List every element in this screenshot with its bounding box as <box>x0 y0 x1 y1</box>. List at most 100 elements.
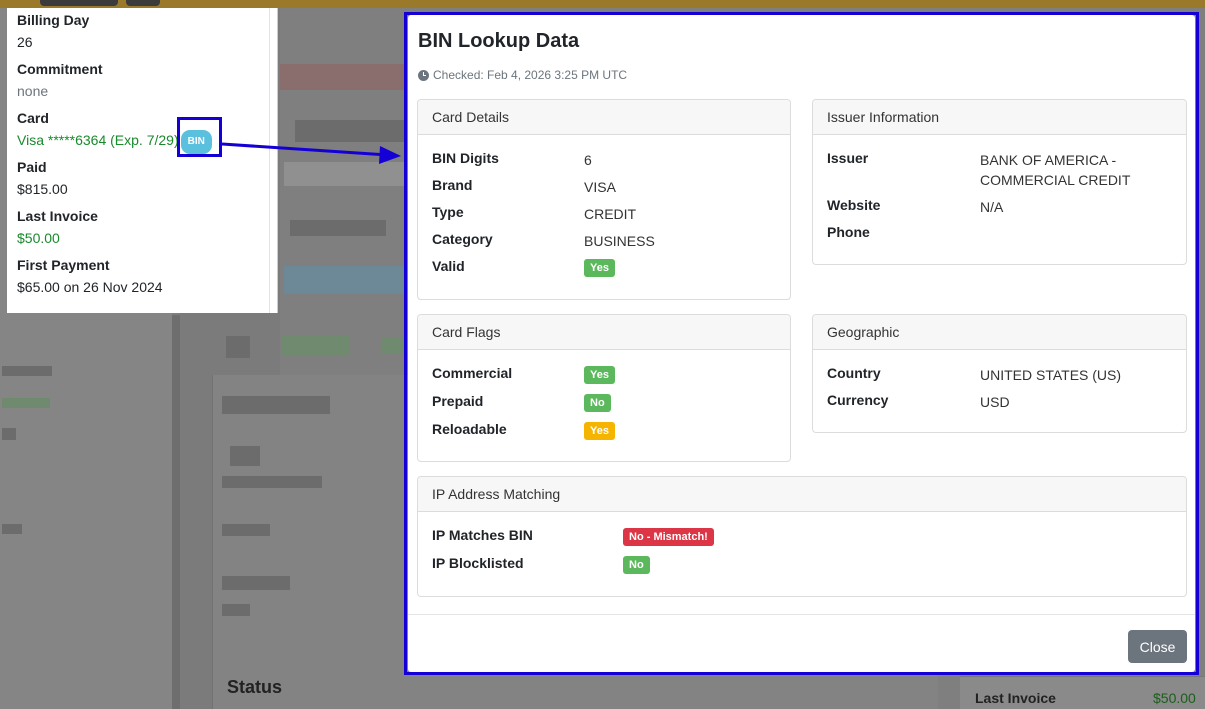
detail-key: Type <box>432 204 464 220</box>
card-details-section: Card Details BIN Digits 6 Brand VISA Type C… <box>417 99 791 300</box>
bin-lookup-modal: BIN Lookup Data Checked: Feb 4, 2026 3:2… <box>408 15 1195 672</box>
detail-key: Currency <box>827 392 889 408</box>
background-band <box>280 64 404 90</box>
detail-row: Currency USD <box>827 392 1172 419</box>
billing-day-label: Billing Day <box>17 12 90 28</box>
top-tab <box>40 0 118 6</box>
top-tab <box>126 0 160 6</box>
card-details-header: Card Details <box>418 100 790 135</box>
reloadable-badge: Yes <box>584 422 615 440</box>
card-label: Card <box>17 110 49 126</box>
background-blurred-text <box>230 446 260 466</box>
last-invoice-value: $50.00 <box>17 230 60 246</box>
geographic-section: Geographic Country UNITED STATES (US) Cur… <box>812 314 1187 433</box>
card-flags-header: Card Flags <box>418 315 790 350</box>
detail-value: CREDIT <box>584 206 637 222</box>
detail-row: BIN Digits 6 <box>432 150 776 177</box>
background-last-invoice-value: $50.00 <box>1153 690 1196 706</box>
background-blurred-text <box>222 576 290 590</box>
detail-key: Website <box>827 197 881 213</box>
issuer-information-header: Issuer Information <box>813 100 1186 135</box>
commitment-label: Commitment <box>17 61 103 77</box>
card-flags-section: Card Flags Commercial Yes Prepaid No Reloa… <box>417 314 791 462</box>
detail-value: BANK OF AMERICA - COMMERCIAL CREDIT <box>980 152 1131 188</box>
detail-key: Valid <box>432 258 465 274</box>
card-value-row: Visa *****6364 (Exp. 7/29) BIN <box>17 130 267 159</box>
status-heading: Status <box>227 677 283 697</box>
close-button[interactable]: Close <box>1128 630 1187 663</box>
detail-value: USD <box>980 394 1010 410</box>
detail-row: Category BUSINESS <box>432 231 776 258</box>
top-bar <box>0 0 1205 8</box>
detail-row: Valid Yes <box>432 258 776 285</box>
background-blurred-text <box>284 162 404 186</box>
card-value: Visa *****6364 (Exp. 7/29) <box>17 132 179 148</box>
issuer-information-section: Issuer Information Issuer BANK OF AMERICA… <box>812 99 1187 265</box>
detail-row: Website N/A <box>827 197 1172 224</box>
detail-value: VISA <box>584 179 616 195</box>
billing-day-value: 26 <box>17 34 33 50</box>
first-payment-value: $65.00 on 26 Nov 2024 <box>17 279 163 295</box>
first-payment-label: First Payment <box>17 257 110 273</box>
detail-key: IP Blocklisted <box>432 555 524 571</box>
ip-match-badge: No - Mismatch! <box>623 528 714 546</box>
detail-value: BUSINESS <box>584 233 655 249</box>
detail-value: N/A <box>980 199 1004 215</box>
background-blurred-text <box>222 396 330 414</box>
background-blurred-text <box>382 338 404 354</box>
detail-row: Reloadable Yes <box>432 421 776 449</box>
detail-value: 6 <box>584 152 592 168</box>
detail-key: Brand <box>432 177 473 193</box>
detail-row: IP Matches BIN No - Mismatch! <box>432 527 1172 555</box>
ip-address-matching-header: IP Address Matching <box>418 477 1186 512</box>
clock-icon <box>418 69 429 81</box>
detail-row: Issuer BANK OF AMERICA - COMMERCIAL CREDI… <box>827 150 1172 197</box>
background-blurred-text <box>295 120 404 142</box>
background-blurred-text <box>2 398 50 408</box>
detail-key: IP Matches BIN <box>432 527 533 543</box>
detail-key: Commercial <box>432 365 513 381</box>
detail-key: Category <box>432 231 493 247</box>
background-scrollbar <box>172 315 180 709</box>
detail-key: Phone <box>827 224 870 240</box>
paid-value: $815.00 <box>17 181 68 197</box>
panel-divider <box>269 8 270 313</box>
detail-key: Reloadable <box>432 421 507 437</box>
background-blurred-text <box>222 476 322 488</box>
background-blurred-text <box>2 524 22 534</box>
paid-label: Paid <box>17 159 47 175</box>
modal-footer-divider <box>408 614 1195 615</box>
background-blurred-text <box>2 366 52 376</box>
checked-timestamp: Checked: Feb 4, 2026 3:25 PM UTC <box>418 68 627 82</box>
detail-value: UNITED STATES (US) <box>980 367 1122 383</box>
modal-title: BIN Lookup Data <box>418 30 580 52</box>
background-blurred-text <box>290 220 386 236</box>
valid-badge: Yes <box>584 259 615 277</box>
detail-row: Phone <box>827 224 1172 251</box>
detail-key: Country <box>827 365 881 381</box>
commitment-value: none <box>17 83 49 99</box>
background-blurred-text <box>2 428 16 440</box>
background-blurred-text <box>226 336 250 358</box>
billing-info-panel: Billing Day 26 Commitment none Card Visa… <box>7 8 278 313</box>
background-last-invoice-label: Last Invoice <box>975 690 1056 706</box>
detail-key: Prepaid <box>432 393 484 409</box>
detail-row: Commercial Yes <box>432 365 776 393</box>
ip-blocklisted-badge: No <box>623 556 650 574</box>
detail-key: Issuer <box>827 150 869 166</box>
bin-highlight-box <box>177 117 222 157</box>
last-invoice-label: Last Invoice <box>17 208 98 224</box>
background-blurred-text <box>222 604 250 616</box>
detail-row: Brand VISA <box>432 177 776 204</box>
detail-row: Country UNITED STATES (US) <box>827 365 1172 392</box>
background-blurred-text <box>284 266 404 294</box>
detail-row: Type CREDIT <box>432 204 776 231</box>
background-blurred-text <box>282 336 350 356</box>
ip-address-matching-section: IP Address Matching IP Matches BIN No - M… <box>417 476 1187 597</box>
background-blurred-text <box>222 524 270 536</box>
commercial-badge: Yes <box>584 366 615 384</box>
prepaid-badge: No <box>584 394 611 412</box>
detail-row: Prepaid No <box>432 393 776 421</box>
geographic-header: Geographic <box>813 315 1186 350</box>
checked-text: Checked: Feb 4, 2026 3:25 PM UTC <box>433 68 628 82</box>
